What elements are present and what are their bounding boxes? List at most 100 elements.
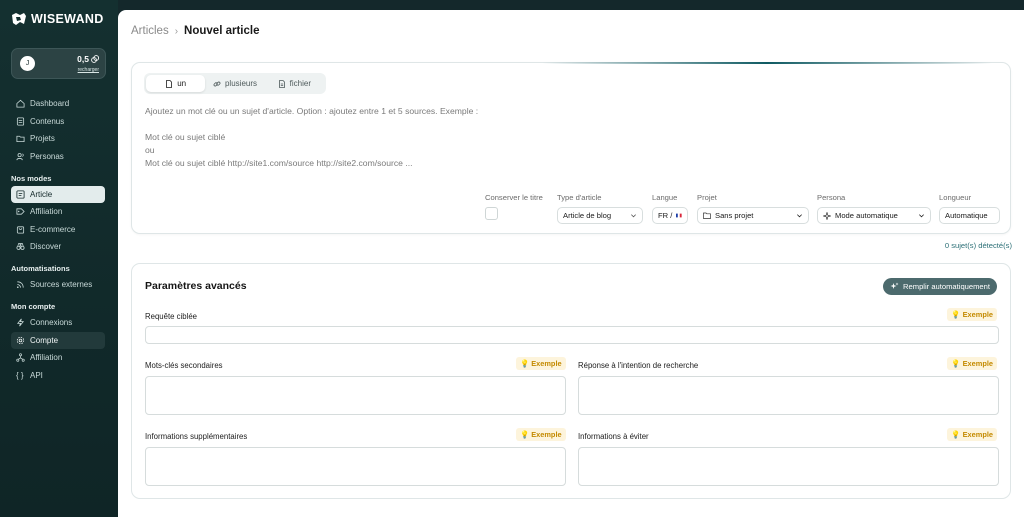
- lightbulb-icon: 💡: [520, 359, 530, 368]
- sidebar-item-personas[interactable]: Personas: [11, 148, 105, 165]
- article-type-label: Type d'article: [557, 193, 602, 202]
- sidebar-item-label: Connexions: [30, 318, 73, 327]
- avoid-info-input[interactable]: [578, 447, 999, 486]
- target-query-input[interactable]: [145, 326, 999, 344]
- sidebar-item-dashboard[interactable]: Dashboard: [11, 95, 105, 112]
- topic-textarea[interactable]: Ajoutez un mot clé ou un sujet d'article…: [145, 105, 985, 170]
- length-select[interactable]: Automatique: [939, 207, 1000, 224]
- chevron-down-icon: [797, 214, 802, 218]
- section-title-account: Mon compte: [11, 302, 56, 311]
- network-icon: [16, 353, 25, 362]
- section-heading: Paramètres avancés: [145, 280, 247, 292]
- sidebar-item-affiliation-mode[interactable]: Affiliation: [11, 203, 105, 220]
- folder-icon: [16, 135, 25, 143]
- sidebar-item-label: Article: [30, 189, 53, 199]
- project-value: Sans projet: [715, 211, 754, 220]
- article-type-select[interactable]: Article de blog: [557, 207, 643, 224]
- sidebar-item-label: Dashboard: [30, 99, 70, 108]
- rss-icon: [16, 281, 24, 289]
- section-title-automations: Automatisations: [11, 264, 70, 273]
- example-label: Exemple: [962, 359, 993, 368]
- option-keep-title: Conserver le titre: [485, 193, 543, 220]
- sidebar-item-api[interactable]: { } API: [11, 367, 105, 384]
- tab-fichier[interactable]: fichier: [265, 75, 324, 92]
- article-type-value: Article de blog: [563, 211, 612, 220]
- example-button-search-intent[interactable]: 💡 Exemple: [947, 357, 997, 370]
- recharge-link[interactable]: recharger: [78, 67, 99, 73]
- folder-icon: [703, 212, 711, 219]
- shop-icon: [16, 225, 25, 234]
- project-select[interactable]: Sans projet: [697, 207, 809, 224]
- sidebar-item-contenus[interactable]: Contenus: [11, 113, 105, 130]
- search-intent-input[interactable]: [578, 376, 999, 415]
- autofill-button[interactable]: Remplir automatiquement: [883, 278, 997, 295]
- credit-card: J 0,5 recharger: [11, 48, 106, 79]
- breadcrumb: Articles › Nouvel article: [131, 25, 259, 37]
- breadcrumb-parent[interactable]: Articles: [131, 25, 169, 37]
- credit-balance: 0,5: [77, 54, 99, 64]
- breadcrumb-separator: ›: [174, 25, 179, 37]
- sidebar-item-sources-externes[interactable]: Sources externes: [11, 276, 105, 293]
- lightbulb-icon: 💡: [520, 430, 530, 439]
- example-button-target-query[interactable]: 💡 Exemple: [947, 308, 997, 321]
- sidebar-item-affiliation-account[interactable]: Affiliation: [11, 349, 105, 366]
- language-select[interactable]: FR /: [652, 207, 688, 224]
- language-value: FR /: [658, 211, 673, 220]
- section-title-modes: Nos modes: [11, 173, 52, 183]
- chevron-down-icon: [631, 214, 636, 218]
- sidebar-item-projets[interactable]: Projets: [11, 130, 105, 147]
- sidebar-item-label: API: [30, 370, 43, 380]
- persona-select[interactable]: Mode automatique: [817, 207, 931, 224]
- bolt-icon: [16, 318, 25, 327]
- lightbulb-icon: 💡: [951, 359, 961, 368]
- length-value: Automatique: [945, 211, 988, 220]
- brand-logo[interactable]: WISEWAND: [0, 10, 118, 28]
- article-icon: [16, 189, 25, 199]
- sidebar-item-label: Personas: [30, 151, 64, 161]
- secondary-keywords-input[interactable]: [145, 376, 566, 415]
- tab-plusieurs[interactable]: plusieurs: [205, 75, 264, 92]
- card-accent-line: [542, 62, 992, 64]
- sidebar-item-connexions[interactable]: Connexions: [11, 314, 105, 331]
- nav-automations: Sources externes: [0, 276, 118, 293]
- extra-info-input[interactable]: [145, 447, 566, 486]
- flag-fr-icon: [676, 213, 682, 218]
- brand-name: WISEWAND: [31, 12, 104, 26]
- sidebar-item-label: Compte: [30, 335, 59, 345]
- keep-title-checkbox[interactable]: [485, 207, 498, 220]
- sidebar-item-label: Sources externes: [30, 280, 93, 289]
- example-button-extra-info[interactable]: 💡 Exemple: [516, 428, 566, 441]
- option-language: Langue FR /: [652, 193, 688, 224]
- nav-account: Connexions Compte Affiliation { } API: [0, 314, 118, 384]
- placeholder-line: Mot clé ou sujet ciblé http://site1.com/…: [145, 158, 413, 168]
- sidebar-item-discover[interactable]: Discover: [11, 238, 105, 255]
- article-input-card: un plusieurs fichier Ajoutez un mot clé …: [131, 62, 1011, 234]
- example-button-avoid-info[interactable]: 💡 Exemple: [947, 428, 997, 441]
- document-icon: [16, 116, 25, 126]
- sidebar-item-label: Affiliation: [30, 353, 63, 362]
- project-label: Projet: [697, 193, 717, 202]
- sidebar-item-label: Discover: [30, 242, 62, 251]
- placeholder-line: Ajoutez un mot clé ou un sujet d'article…: [145, 106, 479, 116]
- sidebar-item-compte[interactable]: Compte: [11, 331, 105, 349]
- example-button-secondary-keywords[interactable]: 💡 Exemple: [516, 357, 566, 370]
- file-icon: [166, 79, 173, 88]
- option-project: Projet Sans projet: [697, 193, 809, 224]
- tab-un[interactable]: un: [146, 75, 206, 92]
- tab-label: plusieurs: [224, 79, 257, 88]
- tab-label: fichier: [289, 79, 311, 88]
- link-icon: [213, 81, 221, 86]
- extra-info-label: Informations supplémentaires: [145, 432, 248, 441]
- advanced-settings-card: Paramètres avancés Remplir automatiqueme…: [131, 263, 1011, 499]
- length-label: Longueur: [939, 193, 972, 202]
- users-icon: [16, 152, 24, 160]
- sidebar-item-label: Affiliation: [30, 207, 63, 216]
- persona-label: Persona: [817, 193, 846, 202]
- credit-value: 0,5: [77, 54, 89, 64]
- input-mode-tabs: un plusieurs fichier: [144, 73, 326, 94]
- keep-title-label: Conserver le titre: [485, 193, 543, 202]
- avatar[interactable]: J: [20, 56, 35, 71]
- sidebar-item-ecommerce[interactable]: E-commerce: [11, 221, 105, 238]
- binoculars-icon: [16, 242, 25, 250]
- sidebar-item-article[interactable]: Article: [11, 185, 105, 203]
